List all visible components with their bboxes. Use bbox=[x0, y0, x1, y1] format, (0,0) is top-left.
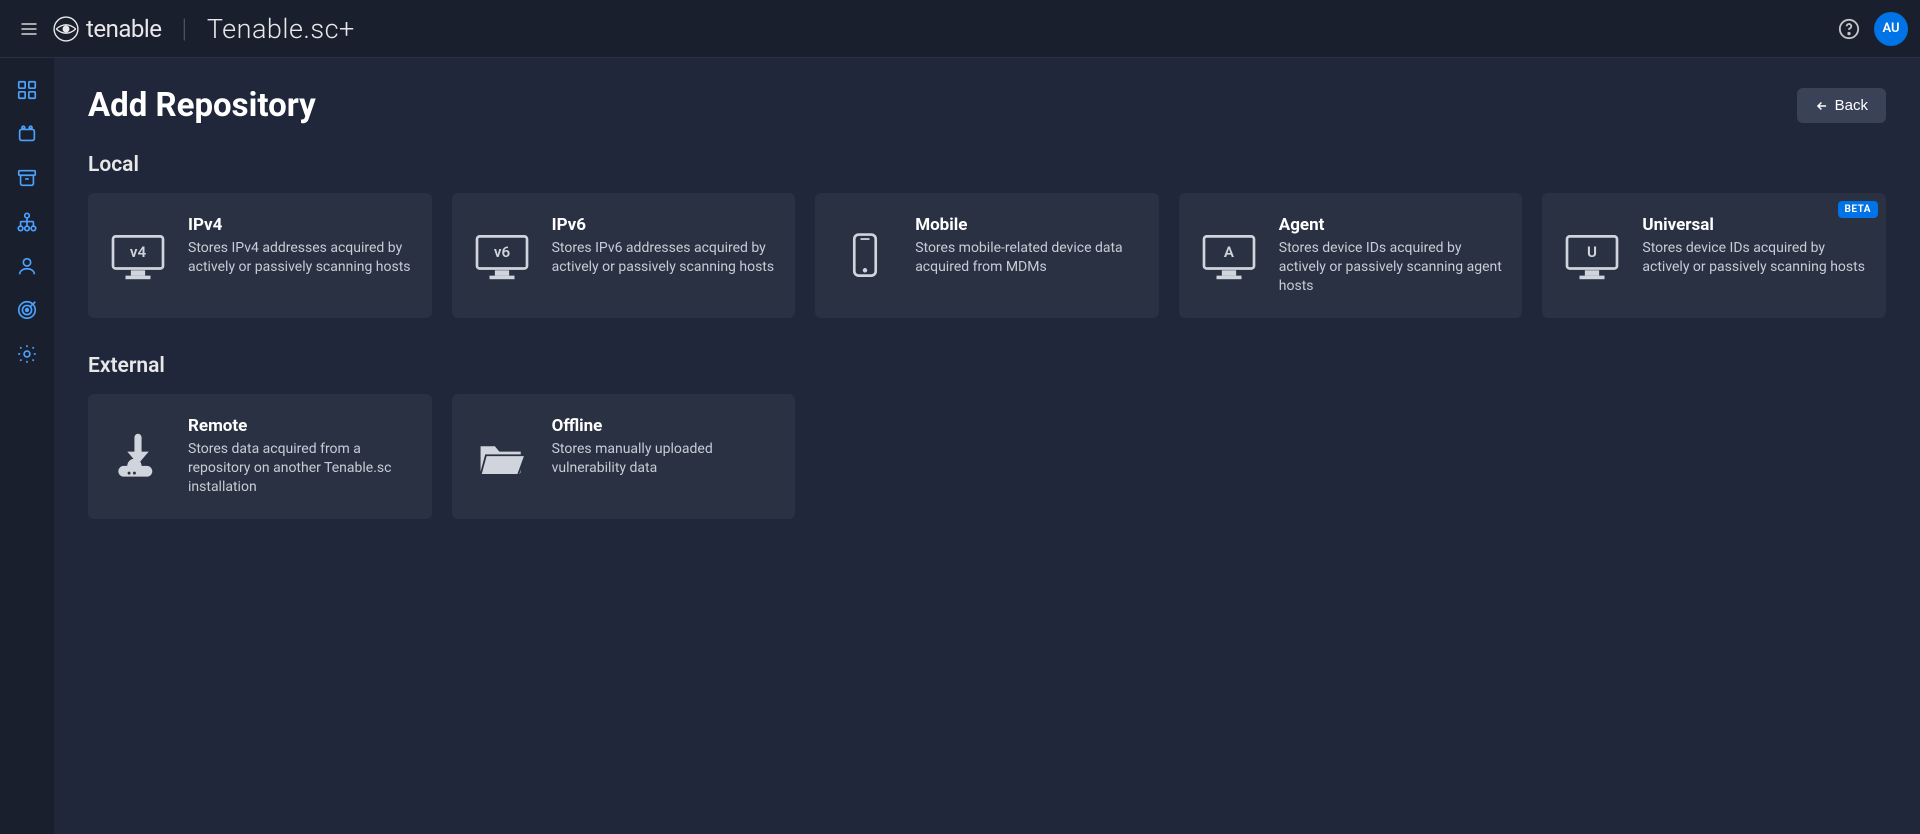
page-title: Add Repository bbox=[88, 86, 316, 125]
sidebar bbox=[0, 58, 54, 834]
page-header: Add Repository Back bbox=[88, 86, 1886, 125]
back-label: Back bbox=[1835, 97, 1868, 114]
brand-name: tenable bbox=[86, 15, 161, 43]
card-desc: Stores IPv4 addresses acquired by active… bbox=[188, 239, 412, 277]
sidebar-item-repositories[interactable] bbox=[7, 158, 47, 198]
brand-logo: tenable bbox=[52, 15, 161, 43]
card-title: IPv4 bbox=[188, 215, 412, 235]
product-name: Tenable.sc+ bbox=[207, 13, 355, 45]
card-desc: Stores manually uploaded vulnerability d… bbox=[552, 440, 776, 478]
card-desc: Stores data acquired from a repository o… bbox=[188, 440, 412, 497]
hamburger-icon bbox=[19, 19, 39, 39]
card-ipv4[interactable]: v4 IPv4 Stores IPv4 addresses acquired b… bbox=[88, 193, 432, 318]
card-title: Universal bbox=[1642, 215, 1866, 235]
avatar-initials: AU bbox=[1882, 21, 1899, 36]
section-title-external: External bbox=[88, 354, 1886, 378]
card-title: Agent bbox=[1279, 215, 1503, 235]
card-remote[interactable]: Remote Stores data acquired from a repos… bbox=[88, 394, 432, 519]
card-title: IPv6 bbox=[552, 215, 776, 235]
tenable-logo-icon bbox=[52, 15, 80, 43]
sidebar-item-reporting[interactable] bbox=[7, 290, 47, 330]
folder-open-icon bbox=[472, 416, 532, 497]
local-card-row: v4 IPv4 Stores IPv4 addresses acquired b… bbox=[88, 193, 1886, 318]
gear-icon bbox=[16, 343, 38, 365]
card-title: Offline bbox=[552, 416, 776, 436]
brand: tenable | Tenable.sc+ bbox=[52, 13, 355, 45]
card-desc: Stores device IDs acquired by actively o… bbox=[1642, 239, 1866, 277]
arrow-left-icon bbox=[1815, 99, 1829, 113]
brand-separator: | bbox=[181, 14, 186, 44]
topbar: tenable | Tenable.sc+ AU bbox=[0, 0, 1920, 58]
user-avatar[interactable]: AU bbox=[1874, 12, 1908, 46]
user-icon bbox=[16, 255, 38, 277]
card-mobile[interactable]: Mobile Stores mobile-related device data… bbox=[815, 193, 1159, 318]
menu-button[interactable] bbox=[12, 12, 46, 46]
external-card-row: Remote Stores data acquired from a repos… bbox=[88, 394, 1886, 519]
sidebar-item-settings[interactable] bbox=[7, 334, 47, 374]
back-button[interactable]: Back bbox=[1797, 88, 1886, 123]
svg-text:A: A bbox=[1224, 242, 1235, 260]
section-title-local: Local bbox=[88, 153, 1886, 177]
monitor-u-icon: U bbox=[1562, 215, 1622, 296]
monitor-a-icon: A bbox=[1199, 215, 1259, 296]
help-icon bbox=[1838, 18, 1860, 40]
card-desc: Stores IPv6 addresses acquired by active… bbox=[552, 239, 776, 277]
card-universal[interactable]: BETA U Universal Stores device IDs acqui… bbox=[1542, 193, 1886, 318]
download-cloud-icon bbox=[108, 416, 168, 497]
card-offline[interactable]: Offline Stores manually uploaded vulnera… bbox=[452, 394, 796, 519]
hierarchy-icon bbox=[16, 211, 38, 233]
sidebar-item-scans[interactable] bbox=[7, 114, 47, 154]
svg-text:v4: v4 bbox=[130, 242, 147, 260]
sidebar-item-users[interactable] bbox=[7, 246, 47, 286]
beta-badge: BETA bbox=[1838, 201, 1879, 218]
card-agent[interactable]: A Agent Stores device IDs acquired by ac… bbox=[1179, 193, 1523, 318]
card-title: Remote bbox=[188, 416, 412, 436]
card-desc: Stores device IDs acquired by actively o… bbox=[1279, 239, 1503, 296]
sidebar-item-assets[interactable] bbox=[7, 202, 47, 242]
target-icon bbox=[16, 299, 38, 321]
card-ipv6[interactable]: v6 IPv6 Stores IPv6 addresses acquired b… bbox=[452, 193, 796, 318]
main-content: Add Repository Back Local v4 bbox=[54, 58, 1920, 834]
card-title: Mobile bbox=[915, 215, 1139, 235]
mobile-icon bbox=[835, 215, 895, 296]
svg-text:U: U bbox=[1587, 242, 1597, 260]
monitor-v4-icon: v4 bbox=[108, 215, 168, 296]
dashboard-icon bbox=[16, 79, 38, 101]
card-desc: Stores mobile-related device data acquir… bbox=[915, 239, 1139, 277]
scan-icon bbox=[16, 123, 38, 145]
archive-icon bbox=[16, 167, 38, 189]
monitor-v6-icon: v6 bbox=[472, 215, 532, 296]
help-button[interactable] bbox=[1832, 12, 1866, 46]
sidebar-item-dashboard[interactable] bbox=[7, 70, 47, 110]
svg-text:v6: v6 bbox=[493, 242, 510, 260]
